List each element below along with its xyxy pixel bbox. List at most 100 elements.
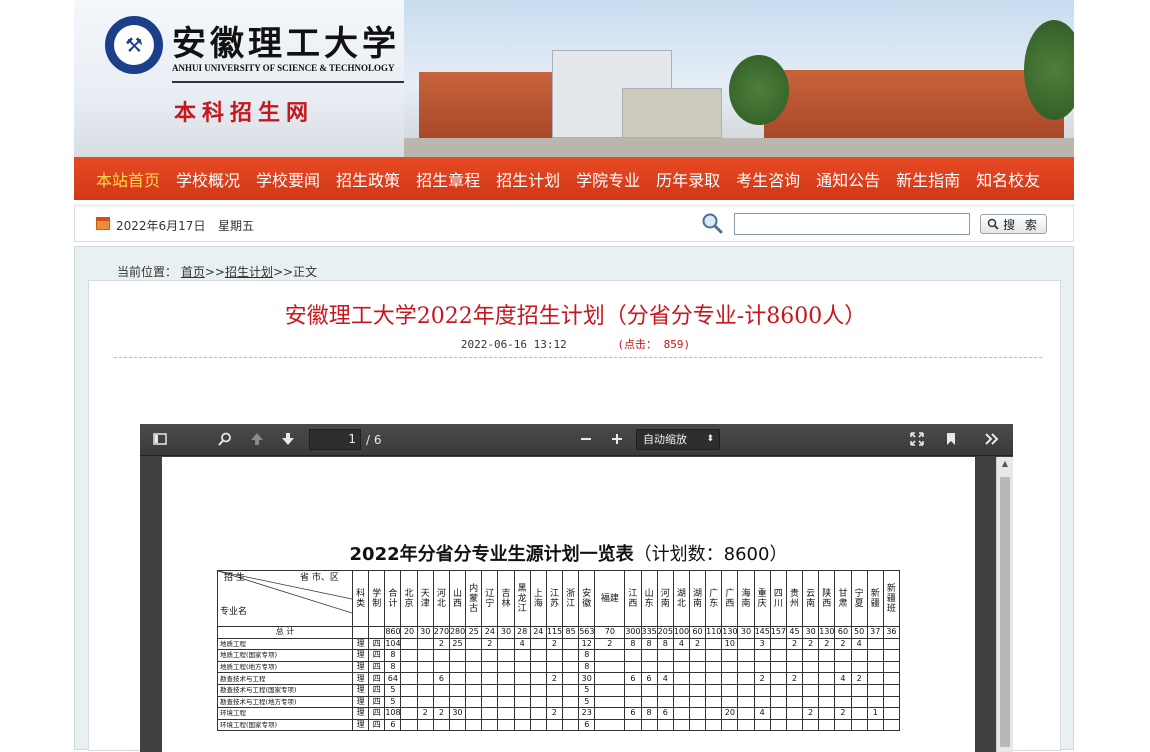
- breadcrumb: 当前位置： 首页>>招生计划>>正文: [117, 263, 317, 280]
- table-cell: [834, 649, 852, 662]
- table-cell: [785, 649, 804, 662]
- table-cell: [594, 683, 626, 697]
- table-cell: 4: [656, 672, 674, 685]
- main-nav: 本站首页 学校概况 学校要闻 招生政策 招生章程 招生计划 学院专业 历年录取 …: [74, 157, 1074, 200]
- scroll-thumb[interactable]: [1000, 477, 1010, 747]
- table-cell: [562, 683, 580, 697]
- table-cell: 8: [578, 649, 596, 662]
- table-row: 环境工程(国家专项) 理四 6 6: [217, 718, 901, 732]
- pdf-toolbar: 1 / 6 自动缩放 ⬍: [140, 424, 1013, 456]
- table-cell: 6: [578, 718, 596, 732]
- table-cell: 36: [882, 626, 901, 639]
- nav-item-majors[interactable]: 学院专业: [576, 167, 640, 191]
- nav-item-plan[interactable]: 招生计划: [496, 167, 560, 191]
- table-cell: [416, 672, 434, 685]
- table-cell: 280: [448, 626, 467, 639]
- zoom-out-icon[interactable]: [577, 431, 595, 449]
- pdf-viewer: 1 / 6 自动缩放 ⬍ 2022年分省分专业生源计划一览表（计划数：8600）…: [140, 424, 1013, 752]
- major-name: 环境工程: [217, 707, 353, 720]
- find-icon[interactable]: [216, 431, 234, 449]
- table-cell: 2: [688, 637, 707, 651]
- table-cell: 2: [545, 707, 564, 720]
- nav-item-home[interactable]: 本站首页: [96, 167, 160, 191]
- search-input[interactable]: [734, 213, 970, 235]
- column-header: 上海: [529, 570, 547, 627]
- table-cell: [802, 672, 820, 685]
- previous-page-icon[interactable]: [248, 431, 266, 449]
- nav-item-news[interactable]: 学校要闻: [256, 167, 320, 191]
- column-header: 福建: [594, 570, 626, 627]
- table-cell: [432, 695, 450, 709]
- table-row: 地质工程(地方专项) 理四 8 8: [217, 660, 901, 674]
- column-header: 甘肃: [834, 570, 852, 627]
- bookmark-icon[interactable]: [942, 431, 960, 449]
- nav-item-alumni[interactable]: 知名校友: [976, 167, 1040, 191]
- table-cell: 4: [850, 637, 868, 651]
- nav-item-consult[interactable]: 考生咨询: [736, 167, 800, 191]
- nav-item-notices[interactable]: 通知公告: [816, 167, 880, 191]
- nav-item-charter[interactable]: 招生章程: [416, 167, 480, 191]
- logo-divider: [172, 81, 404, 83]
- magnifier-icon: [702, 213, 723, 234]
- zoom-in-icon[interactable]: [608, 431, 626, 449]
- table-cell: 6: [640, 672, 658, 685]
- presentation-mode-icon[interactable]: [908, 431, 926, 449]
- table-cell: [513, 695, 531, 709]
- article-meta: 2022-06-16 13:12 (点击： 859): [89, 336, 1062, 352]
- major-name: 地质工程(国家专项): [217, 649, 353, 662]
- column-header: 天津: [416, 570, 434, 627]
- search-button-label: 搜 索: [1003, 217, 1040, 232]
- table-cell: [818, 718, 836, 732]
- column-header: 科类: [351, 570, 370, 627]
- date-search-bar: 2022年6月17日 星期五 搜 索: [74, 204, 1074, 242]
- page-total: / 6: [366, 433, 382, 447]
- table-cell: [753, 649, 771, 662]
- nav-item-freshman[interactable]: 新生指南: [896, 167, 960, 191]
- table-cell: [529, 707, 547, 720]
- table-cell: [818, 683, 836, 697]
- nav-item-overview[interactable]: 学校概况: [176, 167, 240, 191]
- table-cell: [513, 660, 531, 674]
- major-name: 地质工程: [217, 637, 353, 651]
- page-number-input[interactable]: 1: [309, 429, 361, 450]
- table-cell: [866, 649, 884, 662]
- table-cell: [529, 672, 547, 685]
- table-cell: 4: [834, 672, 852, 685]
- table-cell: 20: [721, 707, 739, 720]
- university-name-en: ANHUI UNIVERSITY OF SCIENCE & TECHNOLOGY: [172, 63, 395, 73]
- nav-item-history[interactable]: 历年录取: [656, 167, 720, 191]
- table-cell: [753, 718, 771, 732]
- table-cell: [448, 649, 467, 662]
- table-cell: [769, 683, 787, 697]
- table-cell: 2: [753, 672, 771, 685]
- table-cell: [866, 672, 884, 685]
- breadcrumb-plan-link[interactable]: 招生计划: [225, 265, 273, 279]
- breadcrumb-home-link[interactable]: 首页: [181, 265, 205, 279]
- table-cell: [562, 707, 580, 720]
- table-cell: [753, 660, 771, 674]
- next-page-icon[interactable]: [279, 431, 297, 449]
- table-cell: [672, 683, 690, 697]
- table-cell: 8: [640, 637, 658, 651]
- pdf-scrollbar[interactable]: ▲: [996, 457, 1013, 752]
- column-header: 宁夏: [850, 570, 868, 627]
- table-cell: [882, 683, 901, 697]
- university-seal-logo[interactable]: ⚒: [105, 16, 163, 74]
- table-cell: [705, 660, 723, 674]
- table-cell: 64: [384, 672, 402, 685]
- zoom-select[interactable]: 自动缩放 ⬍: [636, 429, 720, 450]
- table-cell: [497, 718, 515, 732]
- table-cell: [513, 683, 531, 697]
- scroll-up-icon[interactable]: ▲: [997, 457, 1013, 471]
- table-cell: [850, 683, 868, 697]
- nav-item-policy[interactable]: 招生政策: [336, 167, 400, 191]
- document-title-count: （计划数：8600）: [633, 544, 788, 565]
- table-cell: [688, 707, 707, 720]
- sidebar-toggle-icon[interactable]: [151, 431, 169, 449]
- table-cell: [400, 672, 418, 685]
- search-button[interactable]: 搜 索: [980, 214, 1047, 234]
- column-header: 江西: [624, 570, 642, 627]
- tools-menu-icon[interactable]: [983, 431, 1001, 449]
- table-cell: 1: [866, 707, 884, 720]
- table-cell: [850, 718, 868, 732]
